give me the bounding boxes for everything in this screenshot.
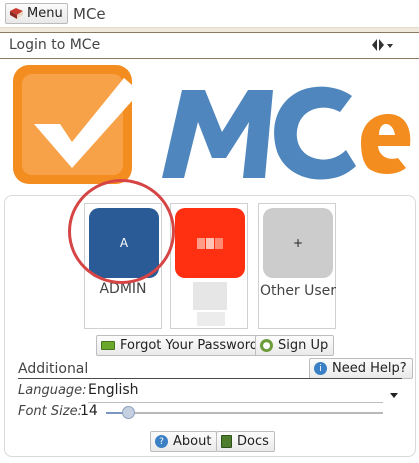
highlight-circle (68, 179, 175, 284)
user-tile-redacted[interactable] (170, 203, 248, 329)
mce-logo (12, 62, 412, 192)
redacted-name (193, 282, 227, 310)
book-icon (221, 435, 232, 448)
menu-button[interactable]: Menu (5, 3, 68, 24)
need-help-button[interactable]: i Need Help? (309, 358, 413, 379)
forgot-password-button[interactable]: Forgot Your Password (96, 335, 265, 356)
chevron-down-icon[interactable] (390, 393, 398, 398)
menu-label: Menu (27, 6, 63, 21)
language-value: English (88, 382, 139, 398)
font-size-value: 14 (80, 403, 98, 419)
language-label: Language: (18, 383, 87, 398)
docs-label: Docs (237, 434, 269, 449)
font-size-label: Font Size: (18, 404, 82, 419)
top-bar: Menu MCe (0, 0, 419, 28)
avatar-plus: + (292, 236, 304, 250)
info-icon: i (314, 362, 327, 375)
user-tile-other[interactable]: + Other User (258, 203, 336, 329)
need-help-label: Need Help? (332, 361, 407, 376)
about-label: About (173, 434, 212, 449)
user-name: Other User (259, 283, 337, 299)
collapse-toggle-icon[interactable] (370, 36, 394, 54)
sign-up-label: Sign Up (278, 338, 329, 353)
docs-button[interactable]: Docs (216, 431, 275, 452)
help-icon: ? (155, 435, 168, 448)
additional-divider (18, 378, 402, 379)
battery-icon (101, 341, 115, 350)
about-button[interactable]: ? About (150, 431, 218, 452)
additional-heading: Additional (18, 361, 89, 377)
menu-book-icon (9, 7, 24, 20)
language-select[interactable]: English (88, 382, 383, 403)
slider-handle[interactable] (122, 406, 135, 419)
user-avatar: + (263, 208, 333, 278)
login-title: Login to MCe (9, 37, 101, 53)
user-avatar (175, 208, 245, 278)
redacted-initial (197, 237, 223, 249)
font-size-slider[interactable] (106, 406, 383, 419)
redacted-name (197, 312, 225, 326)
user-add-icon: ● (260, 339, 273, 352)
slider-fill (106, 412, 123, 414)
login-header: Login to MCe (0, 32, 419, 59)
forgot-password-label: Forgot Your Password (120, 338, 259, 353)
app-title: MCe (73, 5, 106, 23)
sign-up-button[interactable]: ● Sign Up (255, 335, 335, 356)
